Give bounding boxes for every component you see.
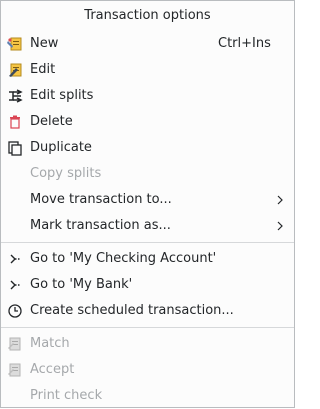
trash-icon [7,114,23,130]
menu-item-new[interactable]: New Ctrl+Ins [1,31,294,57]
goto-arrow-icon [7,277,23,293]
menu-item-label: Go to 'My Checking Account' [30,251,217,266]
menu-item-move-transaction[interactable]: Move transaction to... [1,187,294,213]
menu-item-goto-account[interactable]: Go to 'My Checking Account' [1,246,294,272]
transaction-options-menu: Transaction options New Ctrl+Ins Edit Ed… [0,0,295,408]
menu-item-label: Match [30,336,70,351]
menu-item-label: Edit splits [30,88,94,103]
menu-item-mark-transaction[interactable]: Mark transaction as... [1,213,294,239]
match-transaction-icon [7,336,23,352]
duplicate-icon [7,140,23,156]
menu-item-label: Delete [30,114,73,129]
clock-icon [7,303,23,319]
menu-item-label: Edit [30,62,56,77]
new-transaction-icon [7,36,23,52]
menu-item-label: Mark transaction as... [30,218,171,233]
menu-item-goto-payee[interactable]: Go to 'My Bank' [1,272,294,298]
edit-transaction-icon [7,62,23,78]
menu-item-edit[interactable]: Edit [1,57,294,83]
menu-item-copy-splits: Copy splits [1,161,294,187]
menu-item-label: New [30,36,59,51]
shortcut-label: Ctrl+Ins [218,36,271,51]
accept-transaction-icon [7,362,23,378]
menu-item-create-scheduled[interactable]: Create scheduled transaction... [1,298,294,324]
split-icon [7,88,23,104]
separator [1,327,294,328]
menu-item-match: Match [1,331,294,357]
goto-arrow-icon [7,251,23,267]
menu-item-label: Go to 'My Bank' [30,277,133,292]
chevron-right-icon [277,221,284,231]
menu-item-duplicate[interactable]: Duplicate [1,135,294,161]
menu-item-print-check: Print check [1,383,294,409]
menu-item-accept: Accept [1,357,294,383]
menu-item-label: Copy splits [30,166,102,181]
chevron-right-icon [277,195,284,205]
menu-item-delete[interactable]: Delete [1,109,294,135]
menu-item-label: Print check [30,388,103,403]
menu-item-label: Move transaction to... [30,192,172,207]
menu-title: Transaction options [84,8,211,23]
menu-item-edit-splits[interactable]: Edit splits [1,83,294,109]
menu-item-label: Accept [30,362,75,377]
menu-item-label: Duplicate [30,140,92,155]
separator [1,242,294,243]
menu-item-label: Create scheduled transaction... [30,303,234,318]
